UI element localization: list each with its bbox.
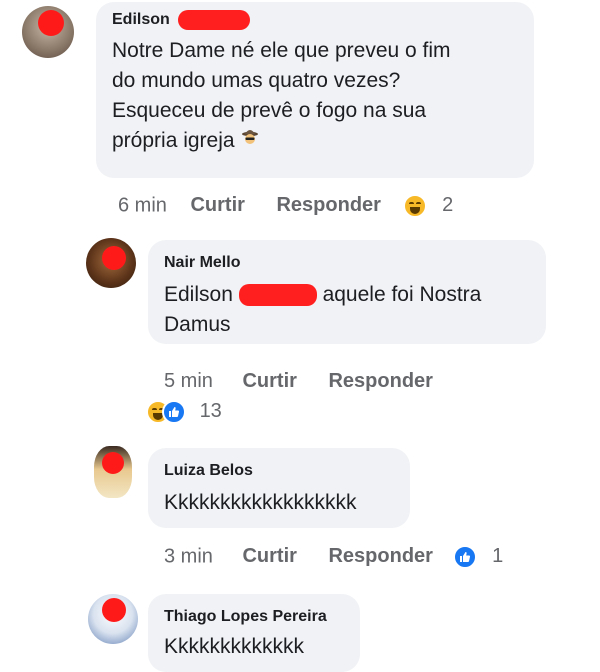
avatar[interactable] (88, 594, 138, 644)
spy-icon (240, 126, 260, 156)
reply-button[interactable]: Responder (328, 545, 432, 567)
timestamp[interactable]: 6 min (118, 194, 167, 216)
reaction-count[interactable]: 2 (442, 194, 453, 216)
comment-author[interactable]: Edilson (112, 10, 251, 30)
like-icon[interactable] (452, 545, 477, 569)
like-button[interactable]: Curtir (242, 545, 296, 567)
like-button[interactable]: Curtir (242, 370, 296, 392)
like-icon (162, 400, 186, 424)
comment-meta: 6 min Curtir Responder 2 (118, 194, 453, 218)
redaction-mark (238, 284, 317, 307)
comment-text: Notre Dame né ele que preveu o fim do mu… (112, 36, 451, 156)
comment-author[interactable]: Nair Mello (164, 254, 240, 272)
timestamp[interactable]: 5 min (164, 370, 213, 392)
avatar[interactable] (94, 446, 132, 498)
reply-button[interactable]: Responder (328, 370, 432, 392)
comment-meta: 5 min Curtir Responder (164, 370, 433, 393)
reaction-summary[interactable]: 13 (146, 400, 222, 424)
comment-meta: 3 min Curtir Responder 1 (164, 545, 503, 569)
haha-icon[interactable] (402, 194, 427, 218)
reaction-count: 13 (199, 400, 222, 423)
comment-author[interactable]: Thiago Lopes Pereira (164, 608, 327, 626)
comment-text: Kkkkkkkkkkkkk (164, 635, 305, 658)
comment-text: Edilson aquele foi Nostra Damus (164, 283, 482, 336)
timestamp[interactable]: 3 min (164, 545, 213, 567)
redaction-mark (178, 10, 251, 30)
comment-author[interactable]: Luiza Belos (164, 462, 253, 480)
reaction-count[interactable]: 1 (492, 545, 503, 567)
like-button[interactable]: Curtir (190, 194, 244, 216)
avatar[interactable] (22, 6, 74, 58)
reply-button[interactable]: Responder (276, 194, 380, 216)
avatar[interactable] (86, 238, 136, 288)
comment-text: Kkkkkkkkkkkkkkkkkk (164, 491, 357, 514)
